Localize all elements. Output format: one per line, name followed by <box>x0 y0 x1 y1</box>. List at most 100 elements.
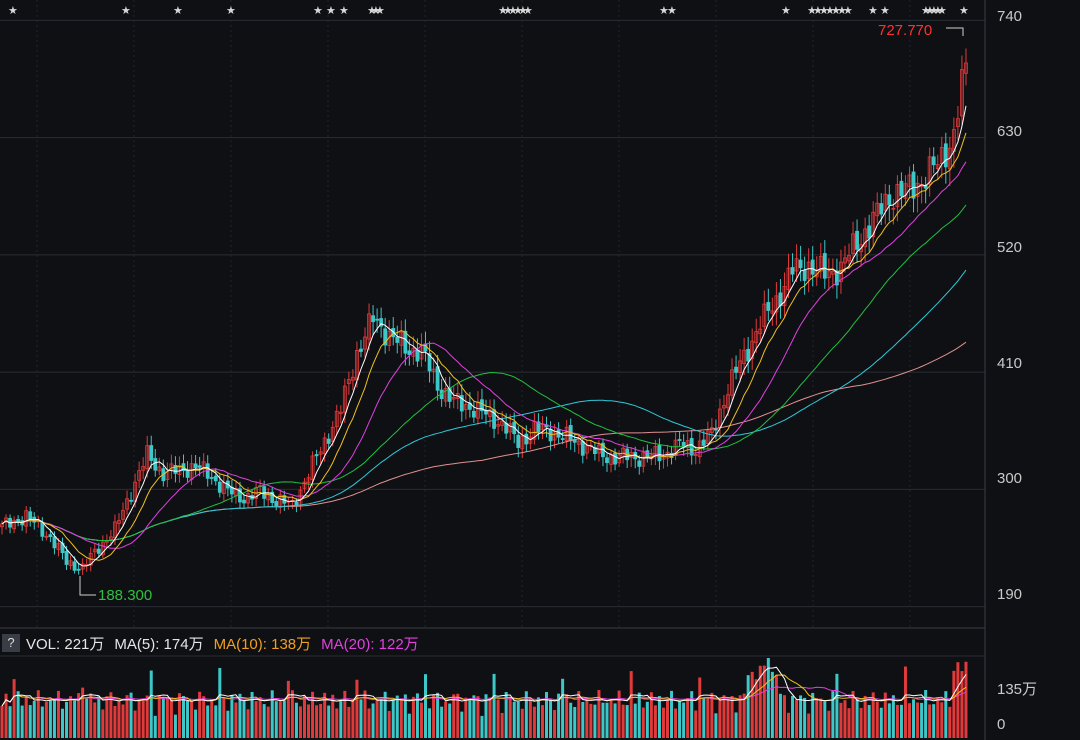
volume-bar <box>912 699 916 738</box>
candle-body <box>371 315 375 323</box>
volume-bar <box>863 695 867 738</box>
candle-body <box>395 336 400 343</box>
star-icon: ★ <box>226 4 236 17</box>
star-icon: ★ <box>880 4 890 17</box>
volume-bar <box>65 701 69 738</box>
volume-bar <box>440 706 444 738</box>
volume-bar <box>742 693 746 738</box>
candle-body <box>802 270 807 281</box>
volume-bar <box>206 705 210 738</box>
volume-bar <box>520 708 524 738</box>
star-icon: ★ <box>959 4 969 17</box>
candle-body <box>899 180 904 197</box>
volume-bar <box>371 703 375 738</box>
y-tick: 190 <box>997 586 1022 603</box>
volume-bar <box>823 701 827 738</box>
volume-bar <box>12 679 16 738</box>
volume-bar <box>93 702 97 738</box>
candle-body <box>855 230 859 250</box>
star-icon: ★ <box>937 4 947 17</box>
volume-bar <box>702 698 706 738</box>
volume-bar <box>351 698 355 738</box>
star-icon: ★ <box>8 4 18 17</box>
low-pointer <box>79 576 96 596</box>
volume-bar <box>887 703 891 738</box>
candle-body <box>734 366 738 373</box>
volume-bar <box>258 697 262 738</box>
volume-bar <box>601 702 605 738</box>
volume-bar <box>528 697 532 738</box>
volume-bar <box>791 695 795 738</box>
candle-body <box>580 441 585 456</box>
volume-bar <box>839 702 843 738</box>
grid-lines <box>0 0 986 740</box>
candle-body <box>822 253 827 279</box>
star-icon: ★ <box>339 4 349 17</box>
star-icon: ★ <box>667 4 677 17</box>
vol-y-tick: 0 <box>997 716 1005 733</box>
candle-body <box>548 428 553 442</box>
volume-bar <box>766 658 770 738</box>
volume-bar <box>105 696 109 738</box>
candle-body <box>867 225 872 239</box>
candle-body <box>197 465 202 468</box>
star-icon: ★ <box>843 4 853 17</box>
volume-bar <box>670 690 674 738</box>
volume-bar <box>343 690 347 738</box>
volume-bar <box>165 697 169 738</box>
volume-bar <box>661 707 665 738</box>
volume-bar <box>936 697 940 738</box>
candle-body <box>149 445 154 461</box>
volume-bar <box>722 695 726 738</box>
volume-bar <box>428 708 432 738</box>
volume-bar <box>581 701 585 738</box>
candle-body <box>701 439 706 446</box>
volume-bar <box>222 697 226 738</box>
volume-bar <box>335 708 339 738</box>
volume-bar <box>286 680 290 738</box>
volume-axis: 135万 0 <box>997 681 1037 733</box>
volume-bar <box>40 706 44 738</box>
volume-bar <box>645 701 649 738</box>
candle-body <box>613 452 617 465</box>
volume-legend: ? VOL: 221万 MA(5): 174万 MA(10): 138万 MA(… <box>0 632 1080 654</box>
volume-bar <box>141 700 145 738</box>
volume-bar <box>561 678 565 738</box>
volume-bar <box>149 670 153 738</box>
main-chart[interactable]: ★ ★ ★ ★ ★ ★ ★ ★★★ ★★★★★★ ★★ ★ ★★★★★★★ ★ ★ ★★★★★ ★ 740 6… <box>0 0 1080 740</box>
vol-ma5: MA(5): 174万 <box>114 635 204 653</box>
volume-bar <box>339 701 343 738</box>
volume-bar <box>282 700 286 738</box>
volume-bar <box>492 673 496 738</box>
volume-bar <box>549 699 553 738</box>
volume-bar <box>242 700 246 738</box>
star-icon: ★ <box>121 4 131 17</box>
volume-bar <box>468 699 472 738</box>
volume-bar <box>932 704 936 738</box>
volume-bar <box>819 698 823 738</box>
star-icon: ★ <box>781 4 791 17</box>
volume-bar <box>855 699 859 738</box>
volume-bar <box>395 695 399 738</box>
candle-body <box>209 477 214 479</box>
candle-body <box>40 521 45 537</box>
help-icon[interactable]: ? <box>2 634 20 652</box>
y-tick: 740 <box>997 8 1022 25</box>
volume-bar <box>553 710 557 738</box>
volume-bar <box>714 713 718 738</box>
volume-bar <box>218 668 222 738</box>
volume-bar <box>512 701 516 738</box>
ma10-line <box>1 132 967 561</box>
volume-bar <box>605 702 609 738</box>
volume-bar <box>331 694 335 738</box>
candle-body <box>766 302 771 311</box>
volume-bar <box>770 671 774 738</box>
volume-bar <box>117 700 121 738</box>
candle-body <box>714 428 718 431</box>
volume-bar <box>573 707 577 738</box>
volume-bar <box>278 701 282 738</box>
volume-bar <box>169 697 173 738</box>
candle-body <box>213 475 218 482</box>
volume-bar <box>536 697 540 738</box>
volume-bar <box>641 707 645 738</box>
